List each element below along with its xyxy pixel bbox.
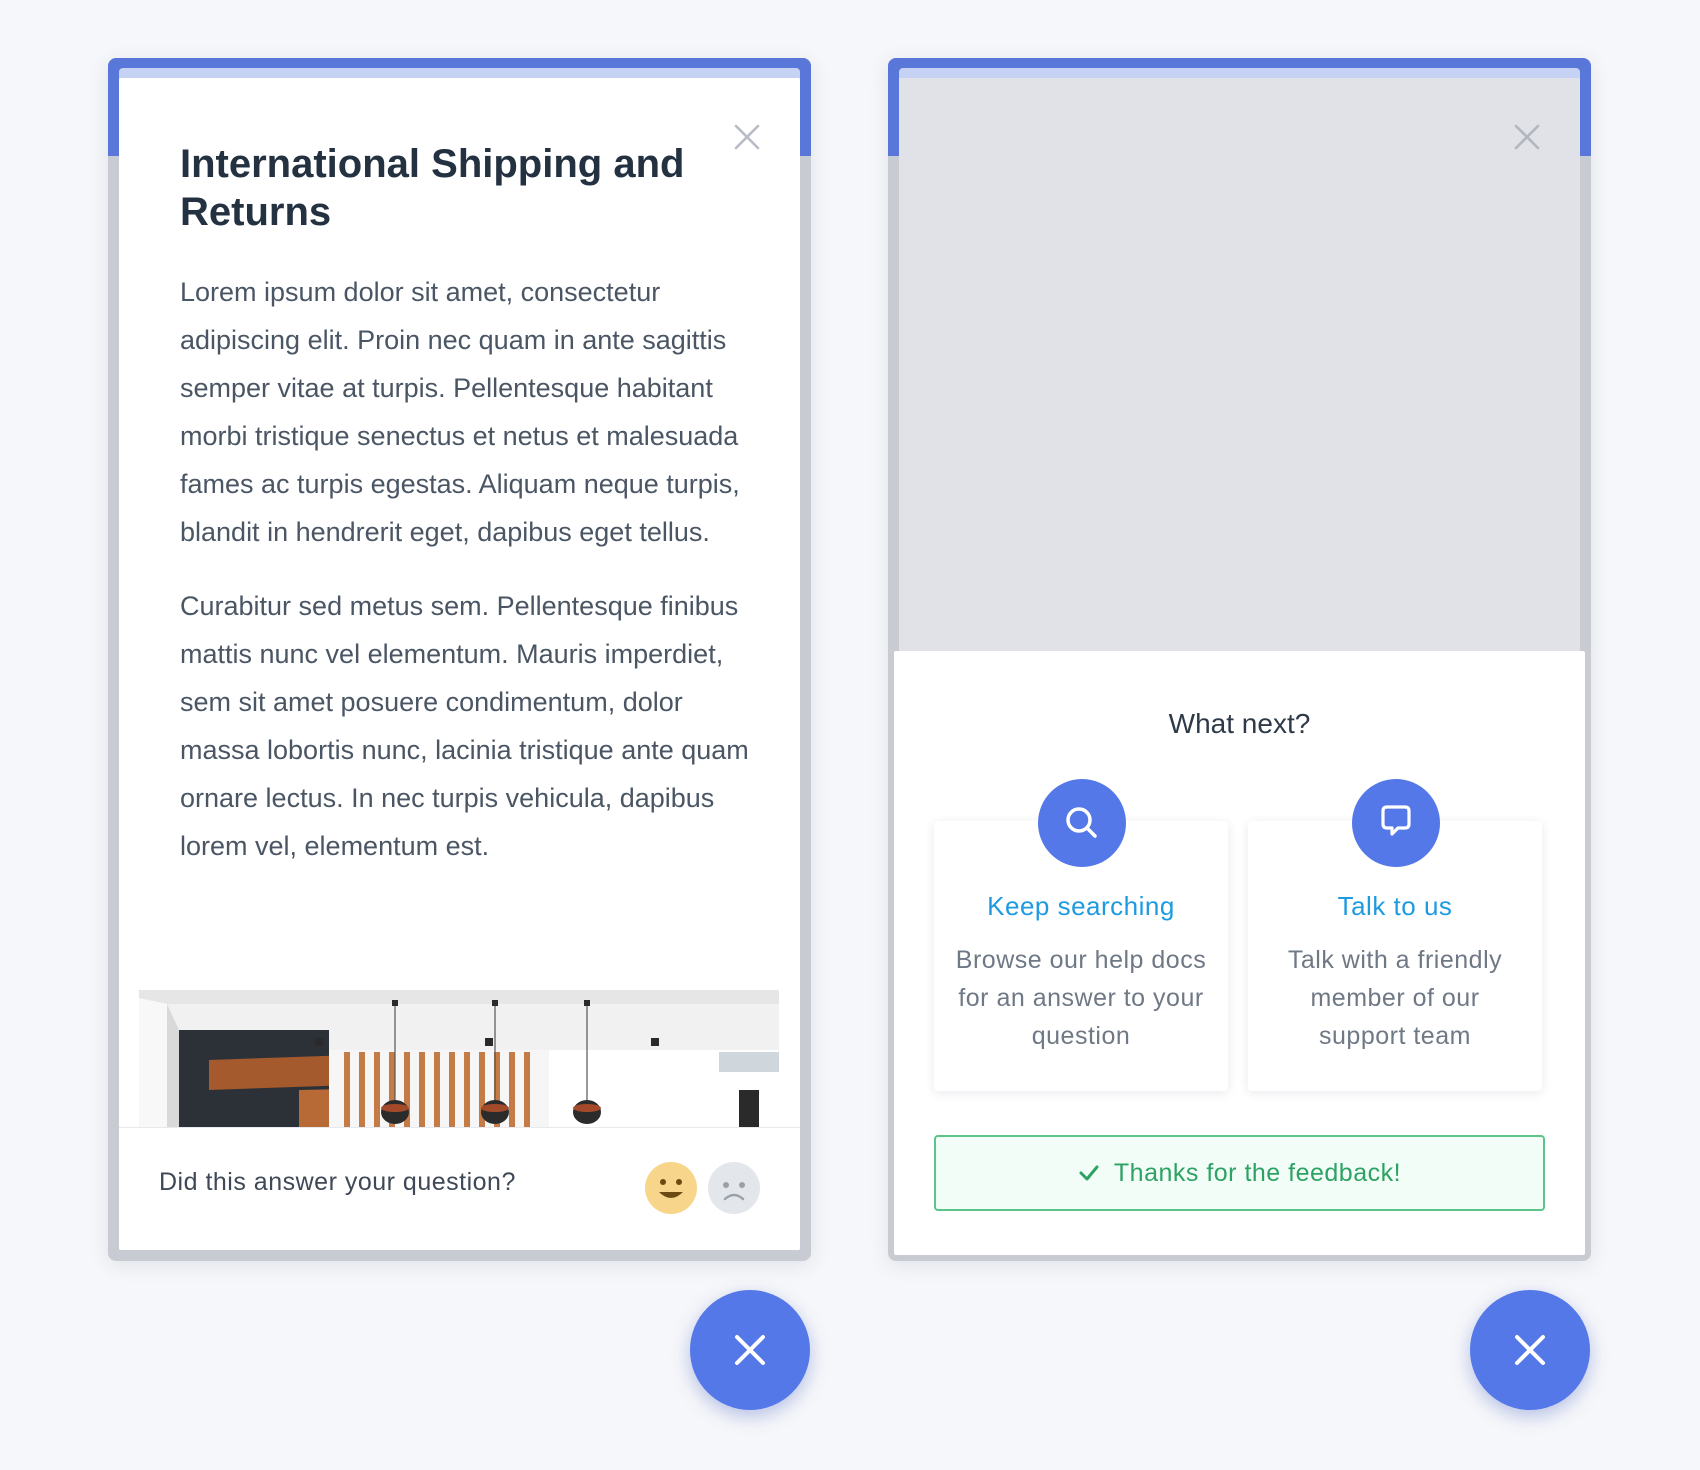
close-icon[interactable] (732, 122, 762, 152)
article-paragraph: Curabitur sed metus sem. Pellentesque fi… (180, 591, 749, 861)
close-icon[interactable] (1512, 122, 1542, 152)
talk-to-us-card[interactable]: Talk to us Talk with a friendly member o… (1248, 779, 1542, 1091)
check-icon (1078, 1162, 1100, 1184)
feedback-question: Did this answer your question? (159, 1168, 516, 1196)
confirmation-text: Thanks for the feedback! (1113, 1158, 1402, 1187)
close-icon (735, 1335, 765, 1365)
article-paragraph: Lorem ipsum dolor sit amet, consectetur … (180, 277, 740, 547)
feedback-bar: Did this answer your question? (119, 1127, 800, 1250)
what-next-title: What next? (1168, 708, 1311, 739)
article-card: International Shipping and Returns Lorem… (119, 78, 800, 1250)
option-title: Keep searching (987, 891, 1175, 921)
chat-bubble-icon (1352, 779, 1440, 867)
option-description: Browse our help docs for an answer to yo… (955, 946, 1207, 1050)
happy-face-icon[interactable] (645, 1162, 697, 1214)
search-icon (1038, 779, 1126, 867)
keep-searching-card[interactable]: Keep searching Browse our help docs for … (934, 779, 1228, 1091)
article-body: Lorem ipsum dolor sit amet, consectetur … (180, 268, 750, 896)
what-next-panel: What next? Keep searching Browse our hel… (894, 651, 1585, 1255)
option-title: Talk to us (1337, 891, 1453, 921)
article-widget: International Shipping and Returns Lorem… (108, 58, 811, 1261)
option-description: Talk with a friendly member of our suppo… (1287, 946, 1503, 1050)
close-widget-button[interactable] (1470, 1290, 1590, 1410)
feedback-confirmation: Thanks for the feedback! (934, 1135, 1545, 1211)
close-widget-button[interactable] (690, 1290, 810, 1410)
what-next-widget: What next? Keep searching Browse our hel… (888, 58, 1591, 1261)
article-title: International Shipping and Returns (180, 142, 685, 234)
close-icon (1515, 1335, 1545, 1365)
sad-face-icon[interactable] (708, 1162, 760, 1214)
